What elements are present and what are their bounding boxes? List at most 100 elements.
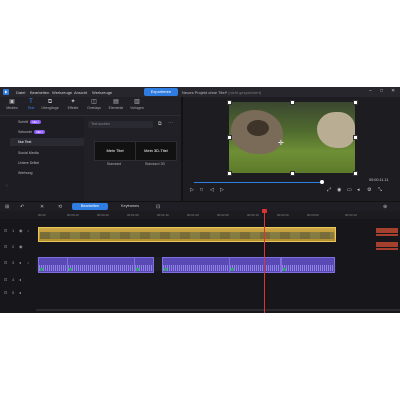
- lock-icon[interactable]: ⊡: [4, 290, 7, 295]
- tab-media[interactable]: ▣ Medien: [2, 99, 22, 113]
- audio-clip[interactable]: [229, 257, 281, 273]
- preview-panel: ✛ 00:00:11.11 ▷ □ ◁ ▷ ⤢ ◉ ▭ ◂ ⚙ ⤡: [183, 97, 400, 201]
- add-track-icon[interactable]: ⊞: [5, 204, 9, 210]
- timeline-tracks: ⊡ 1 ◉ ♪ ⊡ 2 ◉ ⊡ 3 ◂ ♪ ⊡ 4 ◂ ⊡ 5 ◂: [0, 219, 400, 313]
- menu-tools[interactable]: Werkzeuge: [52, 90, 72, 95]
- resize-handle[interactable]: [227, 171, 232, 176]
- audio-clip[interactable]: [162, 257, 230, 273]
- snapshot-icon[interactable]: ◉: [337, 187, 341, 193]
- preview-video[interactable]: [229, 102, 355, 173]
- category-label: Nur Text: [18, 140, 32, 144]
- audio-clip[interactable]: [134, 257, 154, 273]
- menu-tools-2[interactable]: Werkzeuge: [92, 90, 112, 95]
- audio-clip[interactable]: [67, 257, 135, 273]
- menu-view[interactable]: Ansicht: [74, 90, 87, 95]
- transition-clip-bar: [376, 248, 398, 250]
- video-clip[interactable]: [38, 227, 336, 242]
- audio-clip[interactable]: [38, 257, 68, 273]
- tab-text[interactable]: T Text: [21, 99, 41, 113]
- resize-handle[interactable]: [290, 100, 295, 105]
- settings-icon[interactable]: ⚙: [367, 187, 371, 193]
- tab-elements-label: Elemente: [108, 106, 124, 110]
- lock-icon[interactable]: ⊡: [4, 228, 7, 233]
- playhead[interactable]: [264, 209, 265, 313]
- lock-icon[interactable]: ⊡: [4, 277, 7, 282]
- title-template-tile[interactable]: Mein Titel: [94, 141, 136, 161]
- timeline-ruler[interactable]: 00:00 00:00:10 00:00:20 00:01:00 00:01:1…: [0, 211, 400, 219]
- minimize-icon[interactable]: –: [369, 88, 372, 94]
- library-panel: ▣ Medien T Text ⧉ Übergänge ✦ Effekte ◫ Overl…: [0, 97, 181, 201]
- audio-icon[interactable]: ♪: [27, 260, 29, 265]
- collapse-icon[interactable]: ‹: [6, 183, 8, 189]
- tab-edit[interactable]: Bearbeiten: [72, 203, 108, 210]
- stop-icon[interactable]: □: [200, 187, 203, 193]
- tile-label: Standard: [106, 162, 122, 166]
- display-icon[interactable]: ▭: [347, 187, 352, 193]
- menu-edit[interactable]: Bearbeiten: [30, 90, 49, 95]
- title-template-tile[interactable]: Mein 3D-Titel: [135, 141, 177, 161]
- audio-clip-icon: [136, 268, 139, 271]
- transition-clip[interactable]: [376, 242, 398, 247]
- split-icon[interactable]: ⟲: [58, 204, 62, 210]
- prev-frame-icon[interactable]: ◁: [210, 187, 214, 193]
- fullscreen-icon[interactable]: ⤢: [327, 187, 331, 193]
- tab-templates[interactable]: ▥ Vorlagen: [127, 99, 147, 113]
- category-item-selected[interactable]: Nur Text: [18, 140, 31, 144]
- lock-icon[interactable]: ⊡: [4, 244, 7, 249]
- tab-elements[interactable]: ▤ Elemente: [106, 99, 126, 113]
- transitions-icon: ⧉: [47, 99, 53, 105]
- resize-handle[interactable]: [353, 135, 358, 140]
- lock-icon[interactable]: ⊡: [4, 260, 7, 265]
- expand-icon[interactable]: ⤡: [378, 187, 382, 193]
- resize-handle[interactable]: [227, 135, 232, 140]
- resize-handle[interactable]: [353, 100, 358, 105]
- speaker-icon[interactable]: ◂: [19, 260, 21, 265]
- zoom-icon[interactable]: ⊕: [383, 204, 387, 210]
- video-editor-window: Datei Bearbeiten Werkzeuge Ansicht Werkz…: [0, 87, 400, 313]
- tab-effects[interactable]: ✦ Effekte: [63, 99, 83, 113]
- tab-transitions[interactable]: ⧉ Übergänge: [40, 99, 60, 113]
- playback-progress[interactable]: [194, 182, 322, 183]
- eye-icon[interactable]: ◉: [19, 228, 23, 233]
- resize-handle[interactable]: [290, 171, 295, 176]
- audio-clip-icon: [283, 268, 286, 271]
- category-item[interactable]: Sekunde NEU: [18, 130, 45, 134]
- search-input[interactable]: Text suchen: [88, 121, 153, 128]
- import-icon[interactable]: ⧉: [158, 121, 162, 127]
- category-item[interactable]: Untere Drittel: [18, 161, 39, 165]
- tab-keyframes[interactable]: Keyframes: [112, 203, 148, 210]
- move-icon[interactable]: ✛: [278, 139, 284, 147]
- tab-overlays[interactable]: ◫ Overlays: [84, 99, 104, 113]
- category-item[interactable]: Schrift NEU: [18, 120, 41, 124]
- play-icon[interactable]: ▷: [190, 187, 194, 193]
- ruler-tick: 00:03:10: [345, 213, 357, 217]
- new-badge: NEU: [30, 120, 41, 124]
- track-number: 1: [12, 228, 15, 233]
- playback-progress-knob[interactable]: [320, 180, 324, 184]
- next-frame-icon[interactable]: ▷: [220, 187, 224, 193]
- speaker-icon[interactable]: ◂: [19, 290, 21, 295]
- speaker-icon[interactable]: ◂: [19, 277, 21, 282]
- close-icon[interactable]: ✕: [391, 88, 395, 94]
- timeline-scrollbar[interactable]: [36, 309, 400, 311]
- delete-icon[interactable]: ✕: [40, 204, 44, 210]
- category-label: Werbung: [18, 171, 33, 175]
- video-subject-shadow: [247, 120, 269, 136]
- export-button[interactable]: Exportieren: [144, 88, 178, 96]
- resize-handle[interactable]: [227, 100, 232, 105]
- maximize-icon[interactable]: □: [380, 88, 383, 94]
- volume-icon[interactable]: ◂: [357, 187, 360, 193]
- category-item[interactable]: Social Media: [18, 151, 39, 155]
- eye-icon[interactable]: ◉: [19, 244, 23, 249]
- audio-clip[interactable]: [281, 257, 335, 273]
- audio-icon[interactable]: ♪: [27, 228, 29, 233]
- menu-file[interactable]: Datei: [16, 90, 25, 95]
- transition-clip[interactable]: [376, 228, 398, 233]
- media-icon: ▣: [9, 99, 15, 105]
- track-header-empty: ⊡ 4 ◂: [0, 274, 34, 288]
- more-icon[interactable]: ⋯: [168, 120, 173, 126]
- resize-handle[interactable]: [353, 171, 358, 176]
- undo-icon[interactable]: ↶: [20, 204, 24, 210]
- crop-icon[interactable]: ⊡: [156, 204, 160, 210]
- category-item[interactable]: Werbung: [18, 171, 33, 175]
